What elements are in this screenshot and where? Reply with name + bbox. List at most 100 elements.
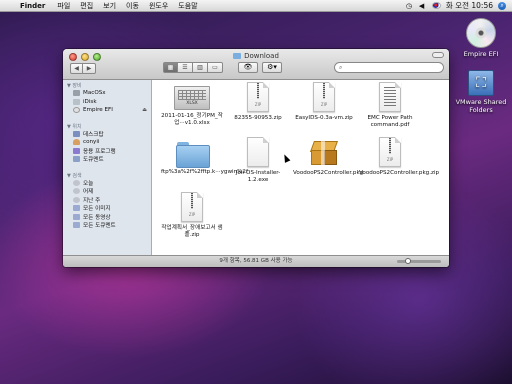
zip-file-icon: ZIP [313, 82, 335, 112]
menu-help[interactable]: 도움말 [173, 1, 202, 11]
generic-file-icon [247, 137, 269, 167]
desktop-icon [73, 130, 80, 137]
sidebar-item-label: 오늘 [83, 180, 94, 187]
sidebar-item-all-documents[interactable]: 모든 도큐멘트 [63, 221, 151, 230]
menu-view[interactable]: 보기 [98, 1, 121, 11]
sidebar-item-today[interactable]: 오늘 [63, 179, 151, 188]
file-item[interactable]: Joli-OS-Installer-1.2.exe [227, 137, 289, 184]
view-coverflow-button[interactable]: ▭ [208, 62, 223, 73]
cd-icon [466, 18, 496, 48]
sidebar-item-idisk[interactable]: iDisk [63, 98, 151, 107]
desktop-item-label: Empire EFI [463, 50, 499, 58]
clock-icon [73, 179, 80, 186]
file-browser: XLSX 2011-01-16_정기PM_작업···v1.0.xlsx ZIP … [153, 80, 449, 255]
cd-icon [73, 107, 80, 114]
menu-app-finder[interactable]: Finder [18, 2, 52, 10]
menu-go[interactable]: 이동 [121, 1, 144, 11]
folder-icon [176, 142, 210, 168]
clock-icon [73, 196, 80, 203]
file-item[interactable]: ZIP EasyIDS-0.3a-vm.zip [293, 82, 355, 122]
file-item[interactable]: ZIP 82355-90953.zip [227, 82, 289, 122]
sidebar-item-label: 응용 프로그램 [83, 148, 116, 155]
window-title: Download [63, 52, 449, 60]
file-label: ftp%3a%2f%2fftp.k···ygwin%2f [161, 169, 248, 175]
sidebar-item-past-week[interactable]: 지난 주 [63, 196, 151, 205]
window-titlebar[interactable]: Download ◀ ▶ ▦ ☰ ▥ ▭ 👁 ⚙▾ ⌕ [63, 49, 449, 80]
sidebar-item-yesterday[interactable]: 어제 [63, 187, 151, 196]
file-item[interactable]: ZIP VoodooPS2Controller.pkg.zip [359, 137, 440, 177]
hard-disk-icon [73, 90, 80, 97]
desktop-item-empire-efi[interactable]: Empire EFI [446, 18, 512, 58]
toolbar-toggle-button[interactable] [432, 52, 444, 58]
zip-file-icon: ZIP [247, 82, 269, 112]
sidebar-item-applications[interactable]: 응용 프로그램 [63, 147, 151, 156]
idisk-icon [73, 98, 80, 105]
sidebar-item-documents[interactable]: 도큐멘트 [63, 155, 151, 164]
file-label: VoodooPS2Controller.pkg.zip [359, 170, 440, 176]
menu-file[interactable]: 파일 [52, 1, 75, 11]
file-label: 82355-90953.zip [234, 115, 282, 121]
folder-icon [233, 53, 242, 59]
forward-button[interactable]: ▶ [83, 63, 96, 74]
sidebar-header-search[interactable]: ▼ 검색 [63, 170, 151, 179]
sidebar-item-label: 어제 [83, 189, 94, 196]
status-text: 9개 항목, 56.81 GB 사용 가능 [219, 258, 293, 264]
status-bar: 9개 항목, 56.81 GB 사용 가능 [63, 255, 449, 267]
sidebar-item-label: iDisk [83, 98, 97, 105]
menu-edit[interactable]: 편집 [75, 1, 98, 11]
zip-file-icon: ZIP [379, 137, 401, 167]
menubar-clock[interactable]: 화 오전 10:56 [446, 0, 493, 11]
slider-thumb[interactable] [405, 258, 411, 264]
view-icons-button[interactable]: ▦ [163, 62, 178, 73]
file-item[interactable]: ftp%3a%2f%2fftp.k···ygwin%2f [161, 137, 248, 176]
sidebar-item-label: 모든 동영상 [83, 214, 111, 221]
clock-icon [73, 188, 80, 195]
eject-icon[interactable]: ⏏ [142, 107, 147, 113]
action-gear-button[interactable]: ⚙▾ [262, 62, 282, 73]
desktop-item-label: VMware Shared Folders [455, 98, 507, 114]
finder-window: Download ◀ ▶ ▦ ☰ ▥ ▭ 👁 ⚙▾ ⌕ ▼ 장비 MacOSx … [63, 49, 449, 267]
sidebar-item-empire-efi[interactable]: Empire EFI ⏏ [63, 106, 151, 115]
sidebar-item-label: Empire EFI [83, 107, 113, 114]
sidebar: ▼ 장비 MacOSx iDisk Empire EFI ⏏ ▼ 위치 데스크탑 … [63, 80, 152, 255]
window-title-text: Download [244, 52, 279, 60]
file-label: 작업계획서_장애보고서 샘플.zip [161, 225, 223, 238]
file-item[interactable]: XLSX 2011-01-16_정기PM_작업···v1.0.xlsx [161, 82, 223, 127]
input-source-flag-icon[interactable] [431, 2, 441, 9]
package-icon [309, 139, 339, 167]
sidebar-item-all-images[interactable]: 모든 이미지 [63, 204, 151, 213]
file-item[interactable]: VoodooPS2Controller.pkg [293, 137, 363, 177]
quick-look-button[interactable]: 👁 [238, 62, 258, 73]
menu-window[interactable]: 윈도우 [144, 1, 173, 11]
volume-icon[interactable]: ◀ [419, 2, 427, 10]
pdf-file-icon [379, 82, 401, 112]
desktop-item-vmware-shared-folders[interactable]: ⛶ VMware Shared Folders [446, 70, 512, 114]
sidebar-item-label: 지난 주 [83, 197, 101, 204]
sidebar-item-conyii[interactable]: conyii [63, 138, 151, 147]
sidebar-item-macosx[interactable]: MacOSx [63, 89, 151, 98]
search-input[interactable]: ⌕ [334, 62, 444, 73]
shared-folder-icon: ⛶ [468, 70, 494, 96]
sidebar-item-all-movies[interactable]: 모든 동영상 [63, 213, 151, 222]
file-item[interactable]: EMC Power Path command.pdf [359, 82, 421, 129]
sidebar-item-label: 모든 이미지 [83, 206, 111, 213]
sidebar-header-devices[interactable]: ▼ 장비 [63, 80, 151, 89]
back-button[interactable]: ◀ [70, 63, 83, 74]
icon-size-slider[interactable] [397, 258, 441, 264]
smart-folder-icon [73, 213, 80, 220]
view-columns-button[interactable]: ▥ [193, 62, 208, 73]
view-list-button[interactable]: ☰ [178, 62, 193, 73]
documents-folder-icon [73, 156, 80, 163]
smart-folder-icon [73, 222, 80, 229]
sidebar-item-desktop[interactable]: 데스크탑 [63, 130, 151, 139]
spreadsheet-file-icon: XLSX [174, 86, 210, 110]
sidebar-header-places[interactable]: ▼ 위치 [63, 121, 151, 130]
smart-folder-icon [73, 205, 80, 212]
spotlight-icon[interactable]: ⌕ [498, 1, 506, 10]
sidebar-item-label: 데스크탑 [83, 131, 104, 138]
file-label: 2011-01-16_정기PM_작업···v1.0.xlsx [161, 113, 223, 126]
time-machine-icon[interactable]: ◷ [406, 2, 414, 10]
sidebar-item-label: 모든 도큐멘트 [83, 223, 116, 230]
file-item[interactable]: ZIP 작업계획서_장애보고서 샘플.zip [161, 192, 223, 239]
applications-icon [73, 147, 80, 154]
